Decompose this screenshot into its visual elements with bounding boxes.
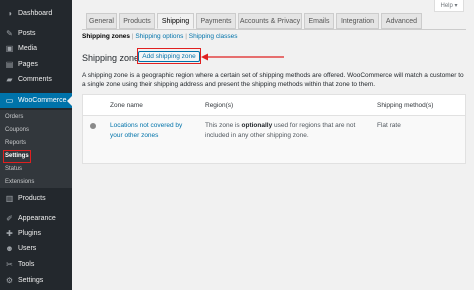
- tab-shipping[interactable]: Shipping: [157, 13, 194, 29]
- add-shipping-zone-button[interactable]: Add shipping zone: [138, 50, 200, 62]
- users-icon: ☻: [5, 244, 14, 253]
- media-icon: ▣: [5, 44, 14, 53]
- column-header-regions: Region(s): [205, 102, 234, 109]
- menu-label: WooCommerce: [18, 97, 67, 104]
- submenu-settings[interactable]: Settings: [3, 150, 31, 163]
- shipping-subnav: Shipping zones | Shipping options | Ship…: [82, 33, 238, 40]
- column-header-shipping-methods: Shipping method(s): [377, 102, 434, 109]
- settings-icon: ⚙: [5, 276, 14, 285]
- menu-label: Users: [18, 245, 37, 252]
- menu-plugins[interactable]: ✚ Plugins: [0, 226, 72, 241]
- tab-divider: [82, 29, 466, 30]
- region-text: This zone is: [205, 122, 242, 129]
- menu-label: Posts: [18, 30, 36, 37]
- tab-advanced[interactable]: Advanced: [381, 13, 422, 29]
- menu-media[interactable]: ▣ Media: [0, 41, 72, 56]
- menu-tools[interactable]: ✂ Tools: [0, 257, 72, 272]
- admin-sidebar: ◑ Dashboard ✎ Posts ▣ Media ▤ Pages ▰ Co…: [0, 0, 72, 290]
- menu-label: Media: [18, 45, 38, 52]
- zone-shipping-method: Flat rate: [377, 122, 401, 129]
- appearance-icon: ✐: [6, 214, 13, 223]
- menu-label: Settings: [18, 277, 44, 284]
- zone-regions: This zone is optionally used for regions…: [205, 121, 375, 141]
- annotation-arrow: [201, 53, 284, 61]
- zone-name-link[interactable]: Locations not covered by your other zone…: [110, 121, 194, 141]
- subnav-current: Shipping zones: [82, 33, 131, 40]
- menu-users[interactable]: ☻ Users: [0, 241, 72, 256]
- pin-icon: ✎: [6, 29, 13, 38]
- column-header-zone-name: Zone name: [110, 102, 143, 109]
- shipping-zones-table: Zone name Region(s) Shipping method(s) L…: [82, 94, 466, 164]
- page-icon: ▤: [5, 60, 14, 69]
- region-emphasis: optionally: [241, 122, 273, 129]
- menu-label: Products: [18, 195, 46, 202]
- submenu-status[interactable]: Status: [4, 164, 23, 175]
- submenu-extensions[interactable]: Extensions: [4, 177, 35, 188]
- menu-posts[interactable]: ✎ Posts: [0, 26, 72, 41]
- menu-pages[interactable]: ▤ Pages: [0, 57, 72, 72]
- menu-products[interactable]: ▥ Products: [0, 191, 72, 206]
- menu-comments[interactable]: ▰ Comments: [0, 72, 72, 87]
- subnav-shipping-options[interactable]: Shipping options: [135, 33, 183, 40]
- submenu-coupons[interactable]: Coupons: [4, 125, 30, 136]
- tab-accounts-privacy[interactable]: Accounts & Privacy: [238, 13, 302, 29]
- menu-dashboard[interactable]: ◑ Dashboard: [0, 6, 72, 21]
- menu-label: Tools: [18, 261, 35, 268]
- table-row[interactable]: Locations not covered by your other zone…: [83, 116, 465, 163]
- woocommerce-icon: ▭: [5, 96, 14, 105]
- help-tab[interactable]: Help ▾: [434, 0, 464, 12]
- plugin-icon: ✚: [6, 229, 13, 238]
- woocommerce-submenu: Orders Coupons Reports Settings Status E…: [0, 110, 72, 188]
- tools-icon: ✂: [6, 260, 13, 269]
- menu-label: Appearance: [18, 215, 56, 222]
- tab-products[interactable]: Products: [119, 13, 155, 29]
- zones-description: A shipping zone is a geographic region w…: [82, 72, 464, 88]
- add-zone-highlight: Add shipping zone: [137, 48, 201, 64]
- tab-payments[interactable]: Payments: [196, 13, 236, 29]
- menu-label: Plugins: [18, 230, 41, 237]
- globe-icon: [90, 123, 96, 129]
- menu-woocommerce[interactable]: ▭ WooCommerce: [0, 93, 72, 108]
- comment-icon: ▰: [6, 75, 13, 84]
- menu-label: Pages: [18, 61, 38, 68]
- tab-emails[interactable]: Emails: [304, 13, 334, 29]
- tab-integration[interactable]: Integration: [336, 13, 379, 29]
- menu-label: Comments: [18, 76, 52, 83]
- submenu-orders[interactable]: Orders: [4, 112, 24, 123]
- submenu-reports[interactable]: Reports: [4, 138, 27, 149]
- menu-appearance[interactable]: ✐ Appearance: [0, 211, 72, 226]
- tab-general[interactable]: General: [86, 13, 117, 29]
- page-title: Shipping zones: [82, 53, 144, 63]
- subnav-shipping-classes[interactable]: Shipping classes: [189, 33, 238, 40]
- menu-settings[interactable]: ⚙ Settings: [0, 273, 72, 288]
- dashboard-icon: ◑: [7, 9, 12, 18]
- products-icon: ▥: [5, 194, 14, 203]
- menu-label: Dashboard: [18, 10, 53, 17]
